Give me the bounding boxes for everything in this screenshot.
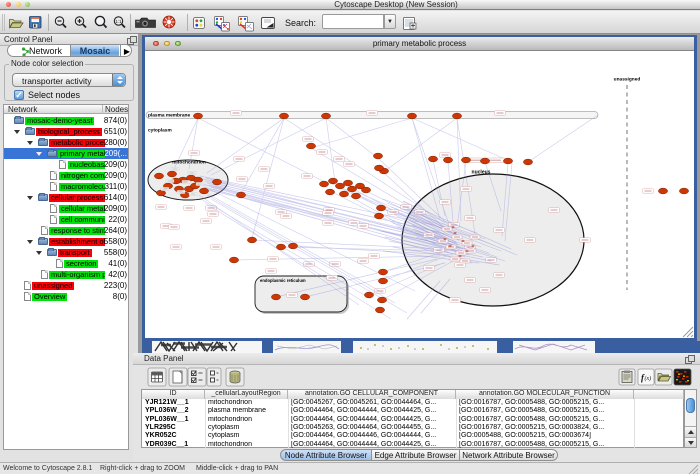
- svg-text:endoplasmic reticulum: endoplasmic reticulum: [260, 278, 306, 283]
- svg-text:1:1: 1:1: [115, 19, 122, 24]
- svg-text:cytoplasm: cytoplasm: [148, 127, 172, 133]
- svg-text:plasma membrane: plasma membrane: [148, 112, 190, 118]
- svg-text:unassigned: unassigned: [614, 76, 641, 82]
- svg-text:(x): (x): [645, 375, 652, 382]
